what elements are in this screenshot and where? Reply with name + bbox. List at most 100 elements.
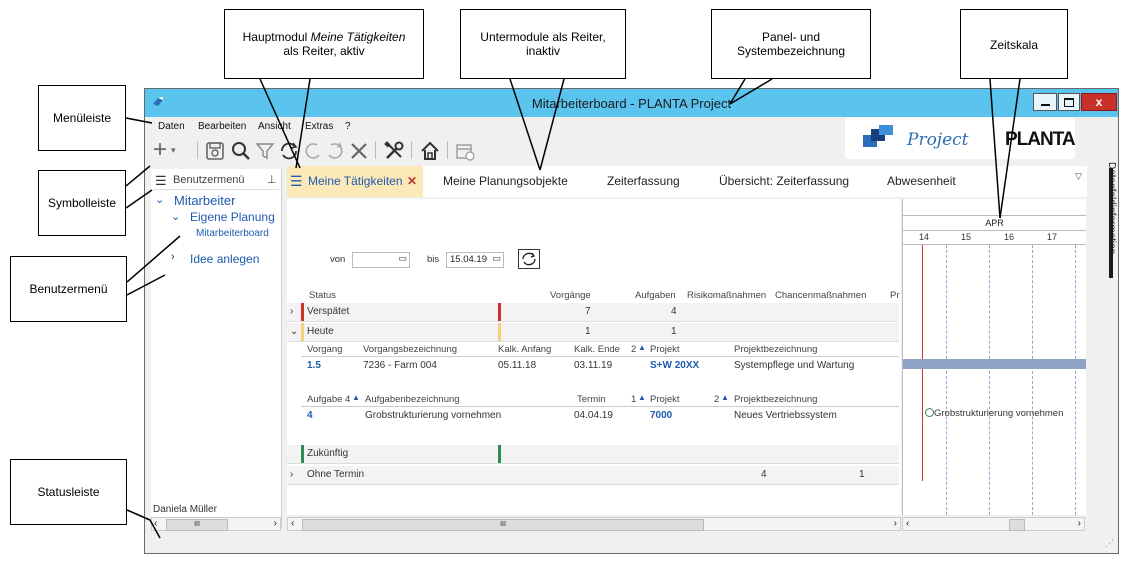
module-tab-bar: ☰ Meine Tätigkeiten ✕ Meine Planungsobje… [287, 166, 1087, 197]
sort-up-icon[interactable]: ▲ [638, 393, 646, 402]
menu-group-mitarbeiter[interactable]: Mitarbeiter [174, 193, 235, 208]
milestone-label: Grobstrukturierung vornehmen [934, 408, 1064, 419]
add-icon[interactable]: + [153, 137, 167, 163]
chevron-down-icon[interactable]: ▾ [171, 137, 176, 163]
user-menu-title: Benutzermenü [173, 174, 245, 186]
col-pr[interactable]: Pr [890, 290, 900, 301]
col-vorgaenge[interactable]: Vorgänge [550, 290, 591, 301]
callout-statusleiste: Statusleiste [10, 459, 127, 525]
calendar-icon[interactable] [455, 141, 475, 161]
close-button[interactable]: x [1081, 93, 1117, 111]
sort-indicator: 2 [631, 344, 637, 355]
table-row[interactable]: › Ohne Termin 4 1 [287, 466, 899, 485]
user-menu-panel: ☰ Benutzermenü ⊥ ⌄ Mitarbeiter ⌄ Eigene … [151, 169, 282, 529]
tab-meine-taetigkeiten[interactable]: ☰ Meine Tätigkeiten ✕ [287, 166, 423, 197]
tab-zeiterfassung[interactable]: Zeiterfassung [607, 166, 680, 197]
menu-item-idee-anlegen[interactable]: Idee anlegen [190, 252, 259, 266]
scroll-thumb[interactable]: III [302, 519, 704, 531]
col-risikomassnahmen[interactable]: Risikomaßnahmen [687, 290, 766, 301]
chevron-right-icon[interactable]: › [290, 469, 293, 480]
current-user: Daniela Müller [153, 504, 217, 515]
callout-panel: Panel- und Systembezeichnung [711, 9, 871, 79]
delete-icon[interactable] [349, 141, 369, 161]
undo-icon[interactable] [303, 141, 323, 161]
callout-symbolleiste: Symbolleiste [38, 170, 126, 236]
search-icon[interactable] [231, 141, 251, 161]
title-bar: Mitarbeiterboard - PLANTA Project x [145, 89, 1118, 117]
menu-daten[interactable]: Daten [158, 121, 185, 132]
toolbar: + ▾ [145, 135, 1118, 165]
scroll-right-icon[interactable]: › [274, 518, 277, 529]
gantt-bar[interactable] [903, 359, 1086, 369]
col-chancenmassnahmen[interactable]: Chancenmaßnahmen [775, 290, 866, 301]
chevron-down-icon[interactable]: ⌄ [155, 193, 164, 206]
tab-meine-planungsobjekte[interactable]: Meine Planungsobjekte [443, 166, 568, 197]
col-status[interactable]: Status [309, 290, 336, 301]
scroll-right-icon[interactable]: › [894, 518, 897, 529]
gantt-month: APR [903, 215, 1086, 231]
sort-up-icon[interactable]: ▲ [721, 393, 729, 402]
chevron-down-icon[interactable]: ⌄ [171, 210, 180, 223]
gantt-days-row: 14 15 16 17 [903, 230, 1086, 245]
status-bar: ⋰ [145, 535, 1118, 553]
menu-item-mitarbeiterboard[interactable]: Mitarbeiterboard [196, 228, 269, 239]
resize-grip-icon[interactable]: ⋰ [1105, 538, 1114, 549]
filter-icon[interactable] [255, 141, 275, 161]
main-scrollbar[interactable]: ‹ III › [287, 517, 901, 531]
gantt-scrollbar[interactable]: ‹ › [902, 517, 1085, 531]
user-menu-header: ☰ Benutzermenü ⊥ [153, 171, 279, 190]
callout-untermodule: Untermodule als Reiter, inaktiv [460, 9, 626, 79]
callout-hauptmodul: Hauptmodul Meine Tätigkeiten als Reiter,… [224, 9, 424, 79]
scroll-thumb[interactable] [1009, 519, 1025, 531]
milestone-icon[interactable] [925, 408, 934, 417]
table-row[interactable]: › Verspätet 7 4 [287, 303, 899, 322]
tab-abwesenheit[interactable]: Abwesenheit [887, 166, 956, 197]
tab-uebersicht-zeiterfassung[interactable]: Übersicht: Zeiterfassung [719, 166, 849, 197]
chevron-down-icon[interactable]: ⌄ [290, 326, 298, 337]
application-window: Mitarbeiterboard - PLANTA Project x Date… [144, 88, 1119, 554]
bis-date-input[interactable]: 15.04.19 ▭ [446, 252, 504, 268]
hamburger-icon[interactable]: ☰ [290, 166, 303, 197]
menu-bar: Daten Bearbeiten Ansicht Extras ? [145, 117, 845, 137]
sort-up-icon[interactable]: ▲ [352, 393, 360, 402]
menu-extras[interactable]: Extras [305, 121, 333, 132]
menu-sub-eigene-planung[interactable]: Eigene Planung [190, 210, 275, 224]
apply-filter-button[interactable] [518, 249, 540, 269]
maximize-icon [1064, 97, 1074, 107]
left-scrollbar[interactable]: ‹ III › [151, 517, 281, 531]
von-date-input[interactable]: ▭ [352, 252, 410, 268]
side-panel[interactable]: Datenfeldinformation [1089, 162, 1118, 533]
home-icon[interactable] [419, 140, 441, 162]
menu-ansicht[interactable]: Ansicht [258, 121, 291, 132]
gantt-timescale: APR 14 15 16 17 Grobstrukturierung vorne… [902, 199, 1086, 515]
scroll-thumb[interactable]: III [166, 519, 228, 531]
pin-icon[interactable]: ⊥ [267, 173, 277, 186]
calendar-icon[interactable]: ▭ [398, 253, 407, 264]
sort-up-icon[interactable]: ▲ [638, 343, 646, 352]
scroll-left-icon[interactable]: ‹ [906, 518, 909, 529]
refresh-icon[interactable] [278, 140, 300, 162]
callout-benutzermenue: Benutzermenü [10, 256, 127, 322]
chevron-right-icon[interactable]: › [171, 251, 175, 263]
redo-icon[interactable] [325, 141, 345, 161]
tools-icon[interactable] [383, 140, 405, 162]
close-tab-icon[interactable]: ✕ [407, 166, 417, 197]
col-aufgaben[interactable]: Aufgaben [635, 290, 676, 301]
table-row[interactable]: ⌄ Heute 1 1 [287, 323, 899, 342]
table-row[interactable]: Zukünftig [287, 445, 899, 464]
callout-zeitskala: Zeitskala [960, 9, 1068, 79]
minimize-button[interactable] [1033, 93, 1057, 111]
scroll-left-icon[interactable]: ‹ [291, 518, 294, 529]
maximize-button[interactable] [1058, 93, 1080, 111]
tab-overflow-icon[interactable]: ▽ [1075, 171, 1082, 182]
calendar-icon[interactable]: ▭ [492, 253, 501, 264]
menu-help[interactable]: ? [345, 121, 351, 132]
tab-label: Meine Tätigkeiten [308, 174, 403, 188]
scroll-left-icon[interactable]: ‹ [154, 518, 157, 529]
scroll-right-icon[interactable]: › [1078, 518, 1081, 529]
chevron-right-icon[interactable]: › [290, 306, 293, 317]
hamburger-icon[interactable]: ☰ [155, 173, 167, 189]
menu-bearbeiten[interactable]: Bearbeiten [198, 121, 246, 132]
main-content: von ▭ bis 15.04.19 ▭ Status Vorgänge Auf… [287, 199, 901, 515]
save-icon[interactable] [206, 142, 224, 160]
